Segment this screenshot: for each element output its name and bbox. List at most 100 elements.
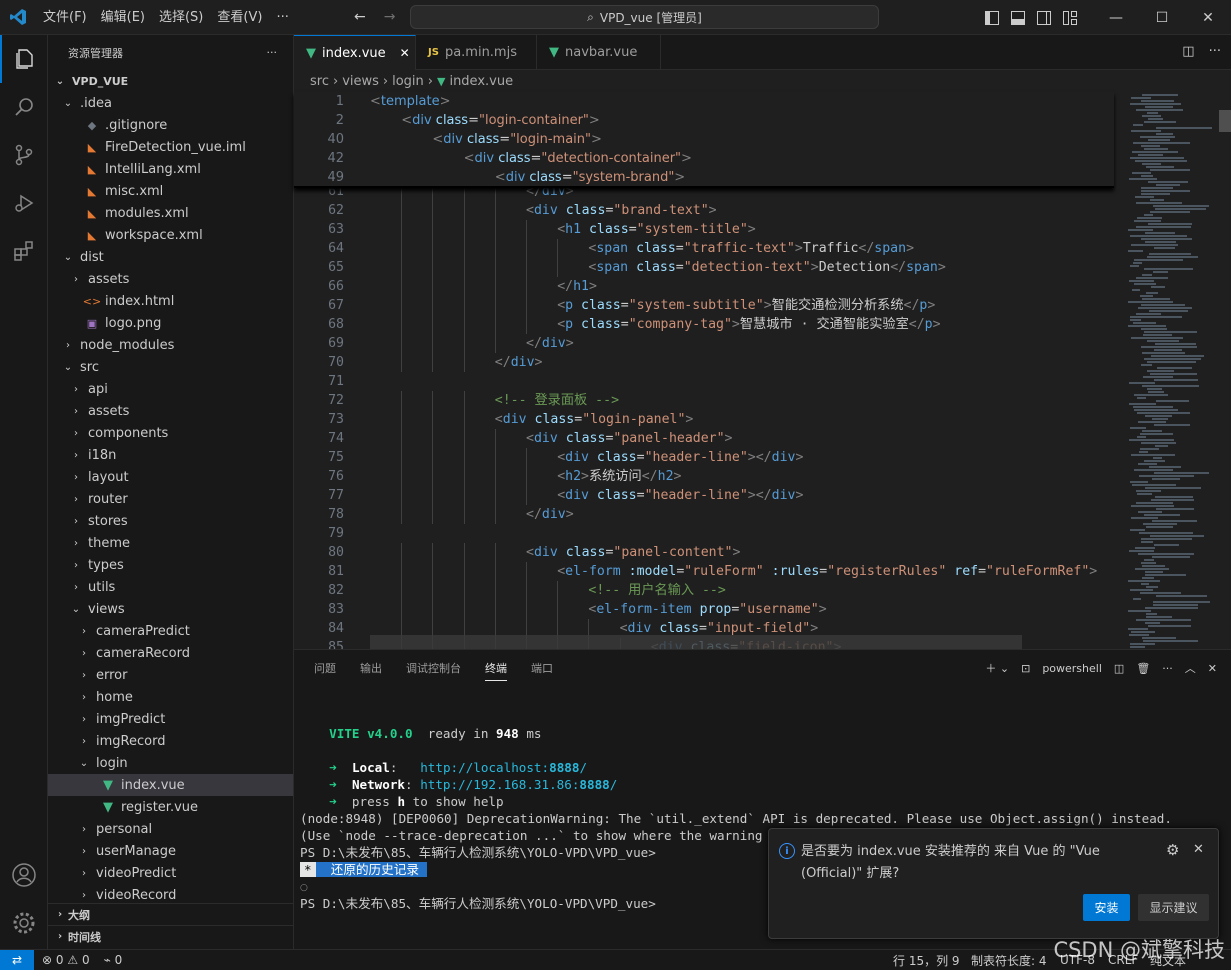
maximize-icon[interactable]: ☐ [1139, 10, 1185, 26]
code-line[interactable]: 77 <div class="header-line"></div> [294, 486, 1114, 505]
install-button[interactable]: 安装 [1083, 894, 1130, 921]
code-line[interactable]: 66 </h1> [294, 277, 1114, 296]
code-line[interactable]: 83 <el-form-item prop="username"> [294, 600, 1114, 619]
tree-item[interactable]: › personal [48, 818, 293, 840]
close-tab-icon[interactable]: ✕ [400, 46, 410, 60]
tree-item[interactable]: ◣ IntelliLang.xml [48, 158, 293, 180]
explorer-icon[interactable] [0, 35, 48, 83]
toggle-panel-icon[interactable] [1005, 10, 1031, 25]
editor-tab[interactable]: ▼ navbar.vue [537, 35, 661, 70]
minimap-slider[interactable] [1219, 110, 1231, 132]
tree-item[interactable]: ◆ .gitignore [48, 114, 293, 136]
tree-item[interactable]: ◣ FireDetection_vue.iml [48, 136, 293, 158]
tree-item[interactable]: › assets [48, 400, 293, 422]
code-line[interactable]: 62 <div class="brand-text"> [294, 201, 1114, 220]
source-control-icon[interactable] [0, 131, 48, 179]
tree-item[interactable]: ▣ logo.png [48, 312, 293, 334]
minimize-icon[interactable]: — [1093, 10, 1139, 26]
tree-item[interactable]: › stores [48, 510, 293, 532]
new-terminal-icon[interactable]: ＋ ⌄ [985, 660, 1009, 676]
more-actions-icon[interactable]: ··· [1209, 44, 1221, 59]
code-line[interactable]: 76 <h2>系统访问</h2> [294, 467, 1114, 486]
command-center-search[interactable]: ⌕ VPD_vue [管理员] [410, 5, 879, 29]
timeline-section[interactable]: › 时间线 [48, 925, 293, 947]
tree-item[interactable]: › imgRecord [48, 730, 293, 752]
code-line[interactable]: 81 <el-form :model="ruleForm" :rules="reg… [294, 562, 1114, 581]
tree-item[interactable]: ◣ misc.xml [48, 180, 293, 202]
tree-item[interactable]: › videoPredict [48, 862, 293, 884]
menu-item[interactable]: 编辑(E) [94, 0, 152, 35]
accounts-icon[interactable] [0, 851, 48, 899]
tree-item[interactable]: ◣ modules.xml [48, 202, 293, 224]
tree-item[interactable]: › utils [48, 576, 293, 598]
tree-item[interactable]: › imgPredict [48, 708, 293, 730]
tree-item[interactable]: › router [48, 488, 293, 510]
code-line[interactable]: 79 [294, 524, 1114, 543]
close-window-icon[interactable]: ✕ [1185, 10, 1231, 26]
tree-item[interactable]: › node_modules [48, 334, 293, 356]
close-panel-icon[interactable]: ✕ [1208, 662, 1217, 675]
code-line[interactable]: 63 <h1 class="system-title"> [294, 220, 1114, 239]
code-line[interactable]: 64 <span class="traffic-text">Traffic</sp… [294, 239, 1114, 258]
split-terminal-icon[interactable]: ◫ [1114, 662, 1124, 675]
breadcrumb-item[interactable]: index.vue [449, 74, 513, 89]
tree-item[interactable]: › theme [48, 532, 293, 554]
code-line[interactable]: 42 <div class="detection-container"> [294, 149, 1114, 168]
code-line[interactable]: 69 </div> [294, 334, 1114, 353]
code-line[interactable]: 70 </div> [294, 353, 1114, 372]
tree-item[interactable]: ▼ register.vue [48, 796, 293, 818]
split-editor-icon[interactable]: ◫ [1182, 44, 1194, 59]
forward-arrow-icon[interactable]: → [384, 9, 396, 25]
toggle-sidebar-icon[interactable] [979, 10, 1005, 25]
cursor-position[interactable]: 行 15，列 9 [893, 952, 960, 969]
tree-item[interactable]: › layout [48, 466, 293, 488]
editor-tab[interactable]: ▼ index.vue ✕ [294, 35, 416, 70]
sticky-scroll[interactable]: 1 <template> 2 <div class="login-container"… [294, 92, 1114, 188]
code-line[interactable]: 80 <div class="panel-content"> [294, 543, 1114, 562]
settings-gear-icon[interactable]: ⚙ [1166, 841, 1179, 859]
tree-item[interactable]: › cameraRecord [48, 642, 293, 664]
tree-item[interactable]: ⌄ dist [48, 246, 293, 268]
code-line[interactable]: 49 <div class="system-brand"> [294, 168, 1114, 187]
tab-size[interactable]: 制表符长度: 4 [971, 952, 1047, 969]
code-line[interactable]: 78 </div> [294, 505, 1114, 524]
tree-item[interactable]: › i18n [48, 444, 293, 466]
maximize-panel-icon[interactable]: ︿ [1185, 660, 1196, 676]
tree-item[interactable]: <> index.html [48, 290, 293, 312]
minimap[interactable] [1114, 92, 1231, 649]
horizontal-scrollbar[interactable] [370, 635, 1022, 649]
tree-item[interactable]: ◣ workspace.xml [48, 224, 293, 246]
tree-item[interactable]: ▼ index.vue [48, 774, 293, 796]
trash-icon[interactable]: 🗑 [1136, 662, 1150, 675]
panel-tab[interactable]: 输出 [360, 660, 382, 676]
toggle-secondary-sidebar-icon[interactable] [1031, 10, 1057, 25]
close-toast-icon[interactable]: ✕ [1193, 842, 1204, 857]
code-line[interactable]: 40 <div class="login-main"> [294, 130, 1114, 149]
ports-status[interactable]: ⌁ 0 [104, 953, 123, 967]
code-line[interactable]: 65 <span class="detection-text">Detection… [294, 258, 1114, 277]
terminal-shell-name[interactable]: powershell [1042, 662, 1102, 675]
breadcrumb-item[interactable]: login [392, 74, 424, 89]
tree-item[interactable]: › home [48, 686, 293, 708]
tree-item[interactable]: › types [48, 554, 293, 576]
panel-tab[interactable]: 端口 [531, 660, 553, 676]
code-line[interactable]: 74 <div class="panel-header"> [294, 429, 1114, 448]
code-line[interactable]: 71 [294, 372, 1114, 391]
back-arrow-icon[interactable]: ← [354, 9, 366, 25]
breadcrumb-item[interactable]: src [310, 74, 329, 89]
code-line[interactable]: 67 <p class="system-subtitle">智能交通检测分析系统<… [294, 296, 1114, 315]
tree-item[interactable]: › cameraPredict [48, 620, 293, 642]
outline-section[interactable]: › 大纲 [48, 903, 293, 925]
run-debug-icon[interactable] [0, 179, 48, 227]
breadcrumb-item[interactable]: views [342, 74, 379, 89]
tree-item[interactable]: ⌄ .idea [48, 92, 293, 114]
menu-item[interactable]: ··· [269, 0, 295, 35]
panel-tab[interactable]: 调试控制台 [406, 660, 461, 676]
remote-icon[interactable]: ⇄ [0, 949, 34, 970]
panel-tab[interactable]: 终端 [485, 660, 507, 681]
extensions-icon[interactable] [0, 227, 48, 275]
tree-item[interactable]: › userManage [48, 840, 293, 862]
code-line[interactable]: 2 <div class="login-container"> [294, 111, 1114, 130]
more-actions-icon[interactable]: ··· [1162, 662, 1173, 675]
code-line[interactable]: 68 <p class="company-tag">智慧城市 · 交通智能实验室<… [294, 315, 1114, 334]
